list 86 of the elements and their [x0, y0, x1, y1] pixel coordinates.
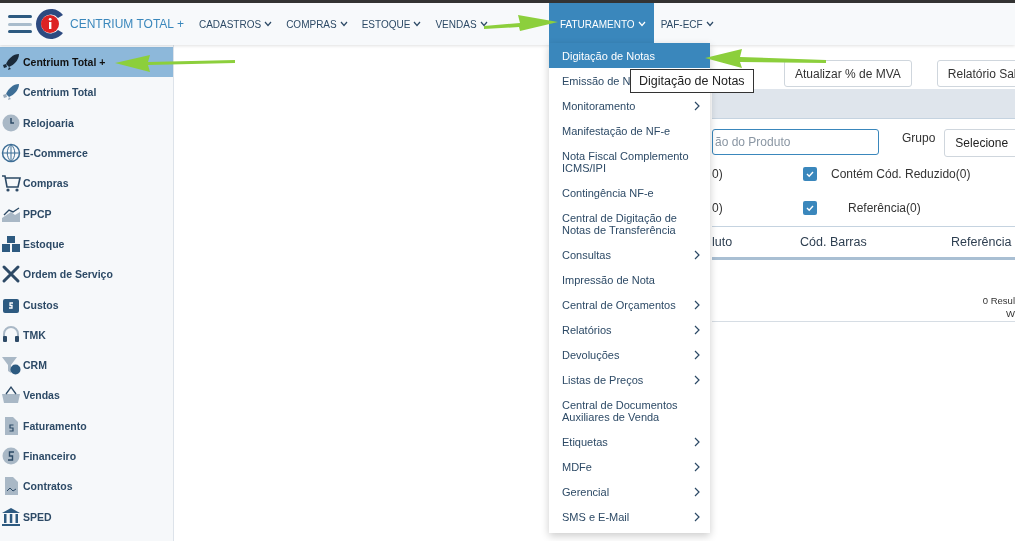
nav-menu[interactable]: PAF-ECF: [653, 3, 721, 45]
sidebar-item[interactable]: Vendas: [0, 380, 173, 411]
cart-icon: [1, 173, 21, 194]
menu-icon[interactable]: [8, 14, 32, 34]
sidebar-item[interactable]: Financeiro: [0, 440, 173, 472]
menu-item[interactable]: Consultas: [549, 242, 710, 267]
sidebar-item[interactable]: Relojoaria: [0, 107, 173, 138]
rocket-icon: [1, 82, 21, 103]
chevron-right-icon: [694, 486, 700, 497]
chevron-right-icon: [694, 461, 700, 472]
column-header: luto: [712, 235, 734, 249]
sidebar-item[interactable]: Contratos: [0, 471, 173, 502]
sidebar-item[interactable]: Faturamento: [0, 410, 173, 441]
basket-icon: [1, 385, 21, 406]
funnel-icon: [1, 355, 21, 376]
rocket-icon: [1, 52, 21, 73]
column-header: Cód. Barras: [800, 235, 868, 249]
sidebar-item[interactable]: E-Commerce: [0, 137, 173, 169]
footer-text: 0 Resul: [982, 294, 1015, 307]
checkbox-label: Referência(0): [848, 201, 921, 215]
nav-menu[interactable]: ESTOQUE: [354, 3, 429, 45]
count-text: 0): [712, 167, 724, 181]
chevron-down-icon: [264, 21, 273, 27]
menu-item[interactable]: SMS e E-Mail: [549, 504, 710, 529]
menu-item[interactable]: Digitação de Notas: [549, 43, 710, 68]
chevron-right-icon: [694, 100, 700, 111]
menu-item[interactable]: MDFe: [549, 454, 710, 479]
chevron-right-icon: [694, 249, 700, 260]
menu-item[interactable]: Nota Fiscal Complemento ICMS/IPI: [549, 143, 710, 180]
checkbox[interactable]: [803, 201, 817, 215]
menu-item[interactable]: Listas de Preços: [549, 367, 710, 392]
menu-item[interactable]: Central de Orçamentos: [549, 292, 710, 317]
sidebar-item[interactable]: Compras: [0, 168, 173, 199]
nav-menu[interactable]: CADASTROS: [191, 3, 280, 45]
column-header: Referência: [951, 235, 1012, 249]
footer-text: W: [1006, 307, 1015, 320]
search-field[interactable]: ão do Produto: [712, 129, 879, 155]
chevron-down-icon: [479, 21, 488, 27]
chevron-right-icon: [694, 511, 700, 522]
nav-menu[interactable]: VENDAS: [428, 3, 495, 45]
sidebar-item[interactable]: Estoque: [0, 228, 173, 260]
toolbar-button[interactable]: Relatório Sal: [936, 60, 1015, 87]
checkbox-label: Contém Cód. Reduzido(0): [831, 167, 971, 181]
headset-icon: [1, 324, 21, 345]
count-text: 0): [712, 201, 724, 215]
menu-item[interactable]: Impressão de Nota: [549, 267, 710, 292]
chevron-down-icon: [705, 21, 714, 27]
clock-icon: [1, 112, 21, 133]
menu-item[interactable]: Monitoramento: [549, 93, 710, 118]
chevron-right-icon: [694, 324, 700, 335]
sidebar-item[interactable]: CRM: [0, 349, 173, 381]
bank-icon: [1, 506, 21, 527]
field-label: Grupo: [902, 130, 936, 145]
chevron-right-icon: [694, 436, 700, 447]
chevron-down-icon: [637, 21, 646, 27]
nav-menu[interactable]: FATURAMENTO: [549, 3, 654, 45]
sidebar-item[interactable]: Centrium Total +: [0, 47, 173, 78]
menu-item[interactable]: Contingência NF-e: [549, 180, 710, 205]
menu-item[interactable]: Central de Digitação de Notas de Transferência: [549, 205, 710, 242]
menu-item[interactable]: Devoluções: [549, 342, 710, 367]
menu-item[interactable]: Central de Documentos Auxiliares de Venda: [549, 392, 710, 429]
menu-item[interactable]: Etiquetas: [549, 429, 710, 454]
coin-icon: [1, 446, 21, 466]
sidebar-item[interactable]: SPED: [0, 501, 173, 532]
brand-name: CENTRIUM TOTAL +: [70, 17, 184, 31]
group-select[interactable]: Selecione: [944, 129, 1015, 157]
chevron-right-icon: [694, 374, 700, 385]
chevron-down-icon: [413, 21, 422, 27]
globe-icon: [1, 143, 21, 164]
chevron-right-icon: [694, 299, 700, 310]
sidebar-item[interactable]: PPCP: [0, 198, 173, 229]
menu-item[interactable]: Manifestação de NF-e: [549, 118, 710, 143]
menu-item[interactable]: Gerencial: [549, 479, 710, 504]
sidebar-item[interactable]: Custos: [0, 289, 173, 320]
chevron-down-icon: [339, 21, 348, 27]
tooltip: Digitação de Notas: [630, 69, 754, 93]
menu-item[interactable]: Relatórios: [549, 317, 710, 342]
sidebar-item[interactable]: TMK: [0, 319, 173, 350]
chevron-right-icon: [694, 349, 700, 360]
checkbox[interactable]: [803, 167, 817, 181]
nav-menu[interactable]: COMPRAS: [279, 3, 355, 45]
toolbar-button[interactable]: Atualizar % de MVA: [784, 60, 912, 87]
boxes-icon: [1, 233, 21, 254]
tools-icon: [1, 264, 21, 285]
sidebar-item[interactable]: Centrium Total: [0, 77, 173, 108]
sidebar-item[interactable]: Ordem de Serviço: [0, 259, 173, 290]
